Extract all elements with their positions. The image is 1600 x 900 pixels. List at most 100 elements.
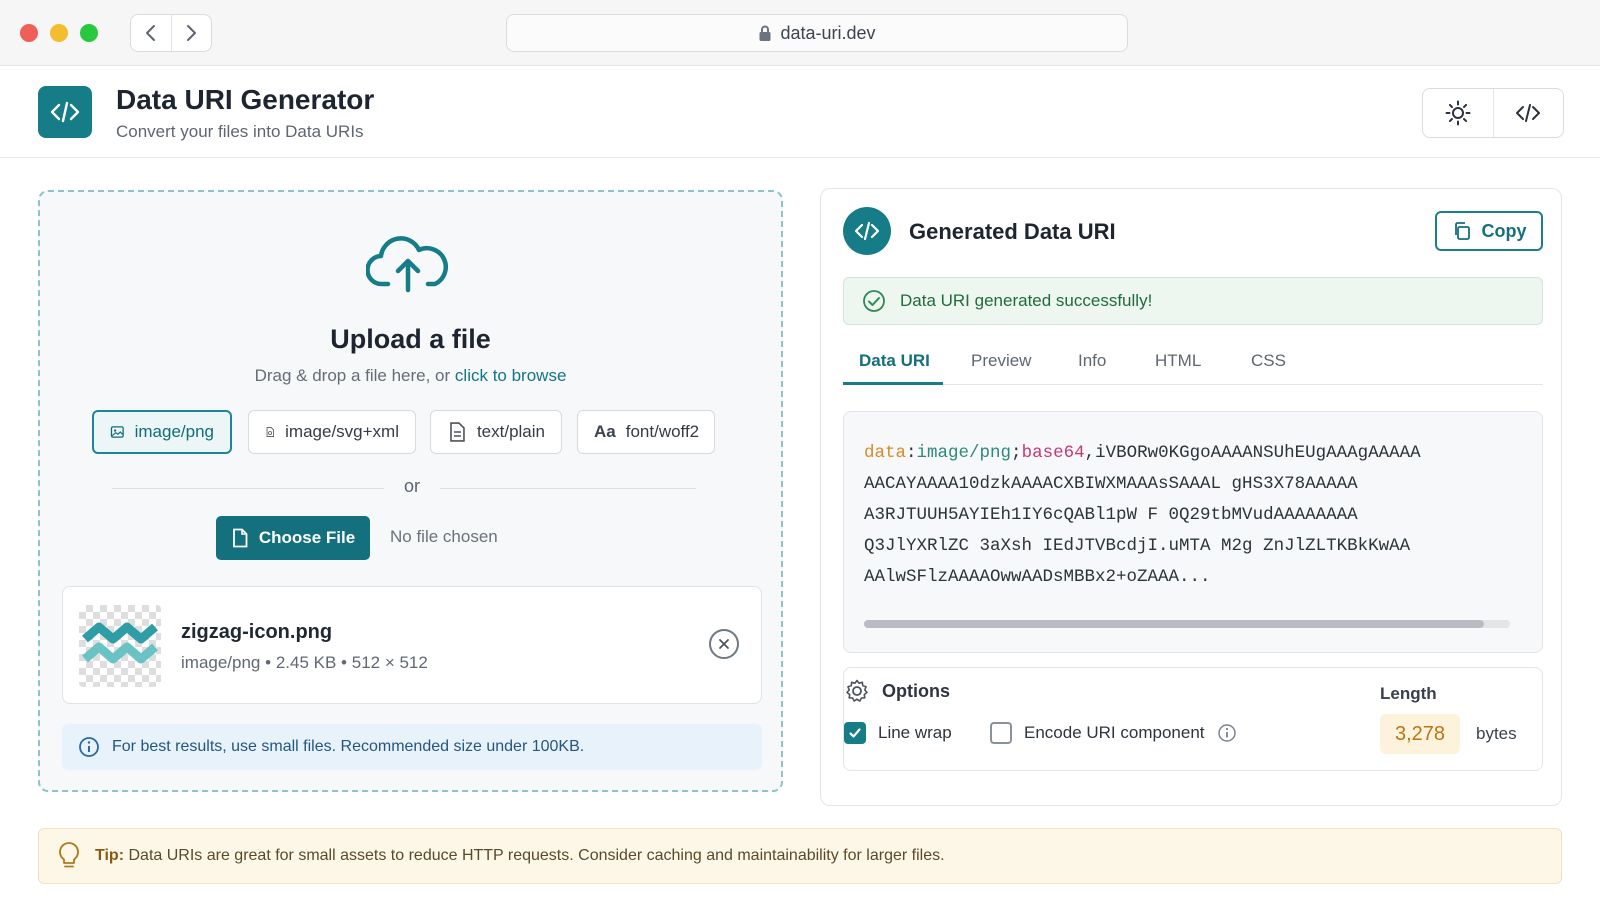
code-icon (854, 221, 880, 241)
info-text: For best results, use small files. Recom… (112, 738, 585, 755)
app-title: Data URI Generator (116, 84, 375, 115)
scrollbar-thumb[interactable] (864, 620, 1485, 628)
back-button[interactable] (131, 15, 171, 51)
chip-label: font/woff2 (625, 422, 700, 441)
encode-uri-option[interactable]: Encode URI component (990, 722, 1237, 744)
upload-title: Upload a file (330, 324, 491, 354)
selected-file-card: zigzag-icon.png image/png • 2.45 KB • 51… (62, 586, 762, 704)
browse-link[interactable]: click to browse (455, 366, 566, 385)
length-label: Length (1380, 684, 1437, 703)
encode-uri-label: Encode URI component (1024, 723, 1205, 742)
tab-info[interactable]: Info (1078, 351, 1106, 371)
tab-css[interactable]: CSS (1251, 351, 1286, 371)
file-meta: image/png • 2.45 KB • 512 × 512 (181, 653, 428, 673)
chip-text-plain[interactable]: text/plain (430, 410, 562, 454)
tab-data-uri[interactable]: Data URI (859, 351, 930, 371)
tab-html[interactable]: HTML (1155, 351, 1201, 371)
length-unit: bytes (1476, 724, 1517, 743)
gear-icon (846, 679, 868, 702)
zigzag-image (82, 622, 158, 664)
forward-button[interactable] (170, 15, 212, 51)
header-toolbar (1422, 88, 1564, 138)
output-icon (843, 207, 891, 255)
window-zoom-button[interactable] (80, 24, 98, 42)
tip-text: Data URIs are great for small assets to … (128, 847, 945, 864)
data-uri-output[interactable]: data:image/png;base64,iVBORw0KGgoAAAANSU… (843, 411, 1543, 653)
chevron-right-icon (187, 25, 197, 41)
window-close-button[interactable] (20, 24, 38, 42)
tab-preview[interactable]: Preview (971, 351, 1031, 371)
chip-image-svg[interactable]: image/svg+xml (248, 410, 416, 454)
choose-file-label: Choose File (258, 528, 356, 547)
nav-group (130, 14, 212, 52)
options-panel: Options Length Line wrap Encode URI comp… (843, 667, 1543, 771)
no-file-text: No file chosen (390, 527, 498, 546)
close-icon (719, 639, 729, 649)
upload-hint: Drag & drop a file here, or click to bro… (40, 366, 781, 386)
choose-file-button[interactable]: Choose File (216, 516, 370, 560)
output-title: Generated Data URI (909, 219, 1116, 244)
app-logo (38, 86, 92, 138)
uri-line: A3RJTUUH5AYIEh1IY6cQABl1pW F 0Q29tbMVudA… (864, 505, 1358, 525)
info-icon[interactable] (1217, 723, 1237, 743)
output-panel: Generated Data URI Copy Data URI generat… (820, 188, 1562, 806)
file-image-icon (266, 427, 275, 437)
theme-toggle-button[interactable] (1423, 89, 1493, 137)
line-wrap-checkbox[interactable] (844, 722, 866, 744)
file-type: image/png (181, 653, 261, 672)
browser-chrome: data-uri.dev (0, 0, 1600, 66)
app-subtitle: Convert your files into Data URIs (116, 122, 364, 141)
file-dimensions: 512 × 512 (351, 653, 428, 672)
copy-icon (1454, 222, 1470, 240)
app-header: Data URI Generator Convert your files in… (0, 66, 1600, 158)
options-header: Options (844, 678, 950, 704)
uri-line: Q3JlYXRlZC 3aXsh IEdJTVBcdjI.uMTA M2g Zn… (864, 536, 1411, 556)
uri-mime: image/png (916, 443, 1012, 463)
file-icon (232, 528, 248, 548)
chip-label: text/plain (476, 422, 545, 441)
lock-icon (759, 25, 771, 41)
encode-uri-checkbox[interactable] (990, 722, 1012, 744)
url-text: data-uri.dev (780, 22, 876, 43)
window-minimize-button[interactable] (50, 24, 68, 42)
chip-image-png[interactable]: image/png (92, 410, 232, 454)
line-wrap-option[interactable]: Line wrap (844, 722, 952, 744)
image-icon (110, 426, 124, 438)
lightbulb-icon (59, 842, 79, 868)
uri-line: AAlwSFlzAAAAOwwAADsMBBx2+oZAAA... (864, 567, 1211, 587)
file-name: zigzag-icon.png (181, 621, 333, 643)
success-banner: Data URI generated successfully! (843, 277, 1543, 325)
tip-content: Tip: Data URIs are great for small asset… (95, 847, 945, 865)
uri-scheme: data (864, 443, 907, 463)
file-thumbnail (79, 605, 161, 687)
meta-separator: • (341, 653, 352, 672)
upload-hint-text: Drag & drop a file here, or (254, 366, 451, 385)
source-code-button[interactable] (1492, 89, 1564, 137)
remove-file-button[interactable] (709, 629, 739, 659)
uri-encoding: base64 (1021, 443, 1085, 463)
file-text-icon (450, 422, 465, 442)
divider-right (440, 488, 696, 489)
uri-line: AACAYAAAA10dzkAAAACXBIWXMAAAsSAAAL gHS3X… (864, 474, 1358, 494)
meta-separator: • (265, 653, 276, 672)
uri-line: iVBORw0KGgoAAAANSUhEUgAAAgAAAAA (1095, 443, 1421, 463)
success-text: Data URI generated successfully! (900, 291, 1153, 310)
output-tabs: Data URI Preview Info HTML CSS (843, 339, 1543, 385)
file-size: 2.45 KB (275, 653, 337, 672)
or-separator: or (403, 476, 420, 496)
length-value: 3,278 (1380, 714, 1460, 754)
info-banner: For best results, use small files. Recom… (62, 724, 762, 770)
tip-banner: Tip: Data URIs are great for small asset… (38, 828, 1562, 884)
tip-label: Tip: (95, 847, 125, 864)
active-tab-indicator (843, 382, 943, 385)
line-wrap-label: Line wrap (878, 723, 952, 742)
check-circle-icon (863, 290, 885, 312)
code-icon (50, 101, 80, 123)
chip-font-woff2[interactable]: Aa font/woff2 (577, 410, 715, 454)
address-bar[interactable]: data-uri.dev (506, 14, 1128, 52)
divider-left (112, 488, 384, 489)
upload-dropzone[interactable]: Upload a file Drag & drop a file here, o… (38, 190, 783, 792)
sun-icon (1445, 100, 1471, 126)
horizontal-scrollbar[interactable] (864, 620, 1510, 628)
copy-button[interactable]: Copy (1435, 211, 1543, 251)
